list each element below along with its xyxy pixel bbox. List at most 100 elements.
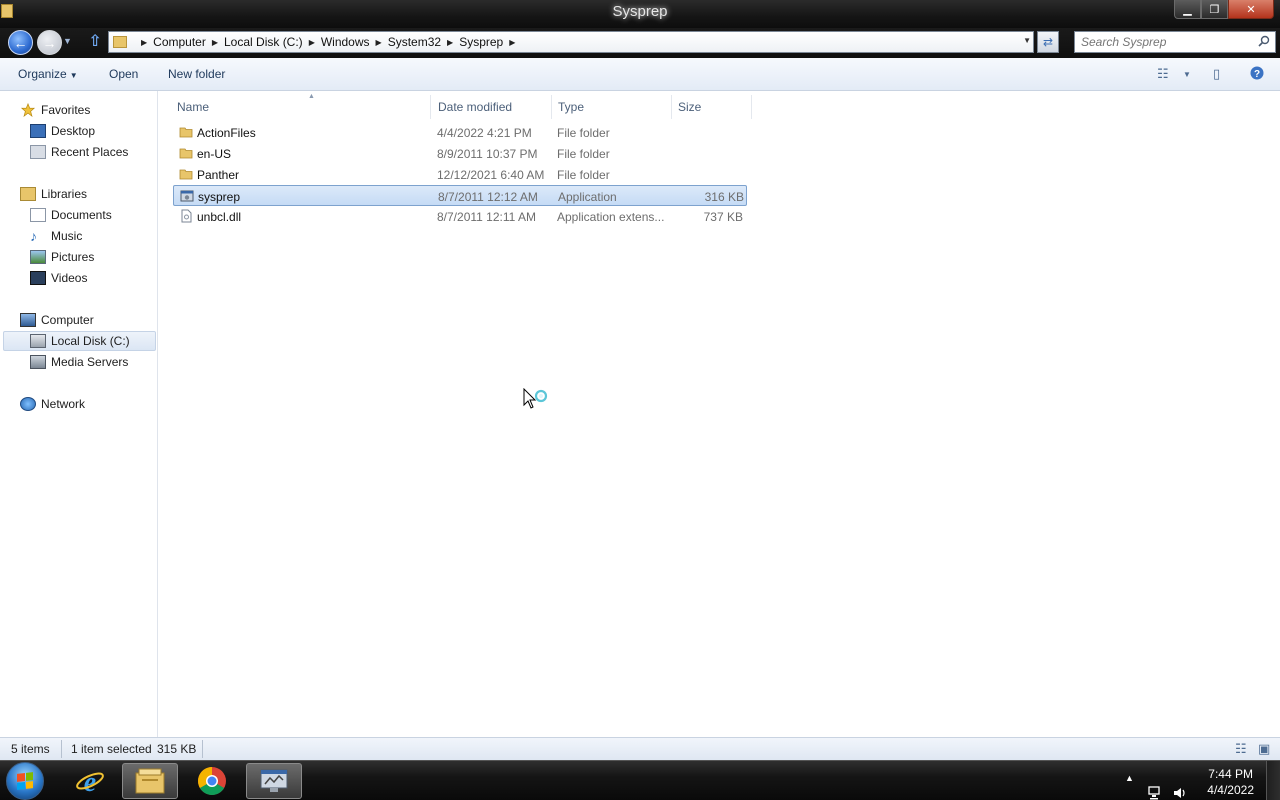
search-icon[interactable]: [1258, 35, 1270, 47]
recent-places-icon: [30, 145, 46, 159]
breadcrumb-separator-icon[interactable]: ▶: [509, 38, 515, 47]
nav-libraries[interactable]: Libraries: [20, 184, 87, 204]
explorer-body: Favorites Desktop Recent Places Librarie…: [0, 91, 1280, 737]
search-input[interactable]: [1075, 32, 1245, 52]
network-status-icon[interactable]: [1147, 773, 1163, 800]
breadcrumb-system32[interactable]: System32 ▶: [388, 35, 460, 49]
taskbar-system-preparation-tool[interactable]: [246, 763, 302, 799]
recent-pages-dropdown-icon[interactable]: ▼: [63, 36, 72, 46]
system-clock[interactable]: 7:44 PM 4/4/2022: [1207, 766, 1254, 798]
file-row[interactable]: Panther 12/12/2021 6:40 AM File folder: [173, 164, 747, 185]
libraries-icon: [20, 187, 36, 201]
sort-ascending-icon: ▲: [308, 93, 315, 100]
breadcrumb-separator-icon[interactable]: ▶: [376, 38, 382, 47]
svg-text:?: ?: [1254, 69, 1260, 80]
selection-size: 315 KB: [157, 742, 197, 756]
file-type: File folder: [557, 168, 610, 182]
file-row[interactable]: en-US 8/9/2011 10:37 PM File folder: [173, 143, 747, 164]
show-hidden-icons-icon[interactable]: ▲: [1125, 773, 1134, 800]
folder-icon: [179, 148, 193, 159]
taskbar-file-explorer[interactable]: [122, 763, 178, 799]
title-bar: Sysprep ▁ ❐ ✕: [0, 0, 1280, 28]
refresh-button[interactable]: ⇄: [1037, 31, 1059, 53]
column-header-date[interactable]: Date modified: [432, 95, 552, 119]
help-button[interactable]: ?: [1250, 66, 1264, 83]
nav-pictures[interactable]: Pictures: [30, 247, 94, 267]
nav-local-disk[interactable]: Local Disk (C:): [3, 331, 156, 351]
address-folder-icon: [113, 36, 127, 48]
file-list-view: Name ▲ Date modified Type Size ActionFil…: [159, 91, 1280, 737]
system-preparation-tool-icon: [260, 769, 288, 792]
folder-icon: [179, 169, 193, 180]
new-folder-button[interactable]: New folder: [168, 67, 225, 81]
file-row-selected[interactable]: sysprep 8/7/2011 12:12 AM Application 31…: [173, 185, 747, 206]
start-button[interactable]: [6, 762, 44, 800]
back-button[interactable]: ←: [8, 30, 33, 55]
nav-desktop[interactable]: Desktop: [30, 121, 95, 141]
refresh-icon: ⇄: [1042, 35, 1054, 49]
breadcrumb-separator-icon[interactable]: ▶: [447, 38, 453, 47]
nav-network[interactable]: Network: [20, 394, 85, 414]
nav-favorites[interactable]: Favorites: [20, 100, 90, 120]
breadcrumb-separator-icon[interactable]: ▶: [141, 38, 147, 47]
breadcrumb-separator-icon[interactable]: ▶: [212, 38, 218, 47]
taskbar-internet-explorer[interactable]: e: [62, 763, 118, 799]
column-header-name[interactable]: Name ▲: [171, 93, 431, 119]
nav-documents[interactable]: Documents: [30, 205, 112, 225]
nav-media-servers[interactable]: Media Servers: [30, 352, 128, 372]
file-type: File folder: [557, 126, 610, 140]
more-view-options-button[interactable]: ▼: [1183, 70, 1191, 79]
svg-text:e: e: [84, 767, 96, 796]
file-date: 12/12/2021 6:40 AM: [437, 168, 545, 182]
volume-icon[interactable]: [1172, 773, 1188, 800]
details-view-icon[interactable]: ☷: [1235, 741, 1247, 757]
preview-pane-button[interactable]: ▯: [1213, 66, 1220, 82]
nav-videos[interactable]: Videos: [30, 268, 87, 288]
maximize-button[interactable]: ❐: [1201, 0, 1228, 19]
column-header-type[interactable]: Type: [552, 95, 672, 119]
change-view-button[interactable]: ☷: [1157, 66, 1169, 82]
videos-icon: [30, 271, 46, 285]
folder-icon: [179, 127, 193, 138]
forward-button[interactable]: →: [37, 30, 62, 55]
breadcrumb-sysprep[interactable]: Sysprep ▶: [459, 35, 521, 49]
organize-button[interactable]: Organize ▼: [18, 67, 78, 81]
busy-cursor-icon: [523, 388, 548, 409]
windows-logo-icon: [17, 772, 33, 790]
show-desktop-button[interactable]: [1266, 761, 1280, 800]
taskbar-chrome[interactable]: [184, 763, 240, 799]
up-one-level-icon[interactable]: ⇧: [86, 33, 104, 51]
window-title: Sysprep: [612, 3, 668, 20]
breadcrumb-computer[interactable]: Computer ▶: [153, 35, 224, 49]
file-name: ActionFiles: [197, 126, 256, 140]
search-box[interactable]: [1074, 31, 1276, 53]
file-name: unbcl.dll: [197, 210, 242, 224]
column-header-size[interactable]: Size: [672, 95, 752, 119]
status-divider: [202, 740, 203, 758]
file-row[interactable]: unbcl.dll 8/7/2011 12:11 AM Application …: [173, 206, 747, 227]
star-icon: [20, 103, 36, 117]
file-name: en-US: [197, 147, 232, 161]
status-divider: [61, 740, 62, 758]
breadcrumb-local-disk[interactable]: Local Disk (C:) ▶: [224, 35, 321, 49]
breadcrumb-windows[interactable]: Windows ▶: [321, 35, 388, 49]
chevron-down-icon: ▼: [1183, 70, 1191, 79]
address-bar[interactable]: ▶ Computer ▶ Local Disk (C:) ▶ Windows ▶ Sy…: [108, 31, 1034, 53]
address-dropdown-icon[interactable]: ▼: [1023, 36, 1031, 45]
file-date: 8/9/2011 10:37 PM: [437, 147, 538, 161]
nav-music[interactable]: ♪ Music: [30, 226, 82, 246]
dll-file-icon: [181, 209, 192, 223]
breadcrumb-separator-icon[interactable]: ▶: [309, 38, 315, 47]
nav-computer[interactable]: Computer: [20, 310, 94, 330]
file-type: File folder: [557, 147, 610, 161]
preview-pane-icon: ▯: [1213, 66, 1221, 81]
minimize-icon: ▁: [1183, 3, 1192, 16]
file-row[interactable]: ActionFiles 4/4/2022 4:21 PM File folder: [173, 122, 747, 143]
nav-recent-places[interactable]: Recent Places: [30, 142, 128, 162]
media-server-icon: [30, 355, 46, 369]
minimize-button[interactable]: ▁: [1174, 0, 1201, 19]
close-button[interactable]: ✕: [1228, 0, 1274, 19]
open-button[interactable]: Open: [109, 67, 138, 81]
large-icons-view-icon[interactable]: ▣: [1258, 741, 1270, 757]
application-icon: [180, 190, 194, 202]
